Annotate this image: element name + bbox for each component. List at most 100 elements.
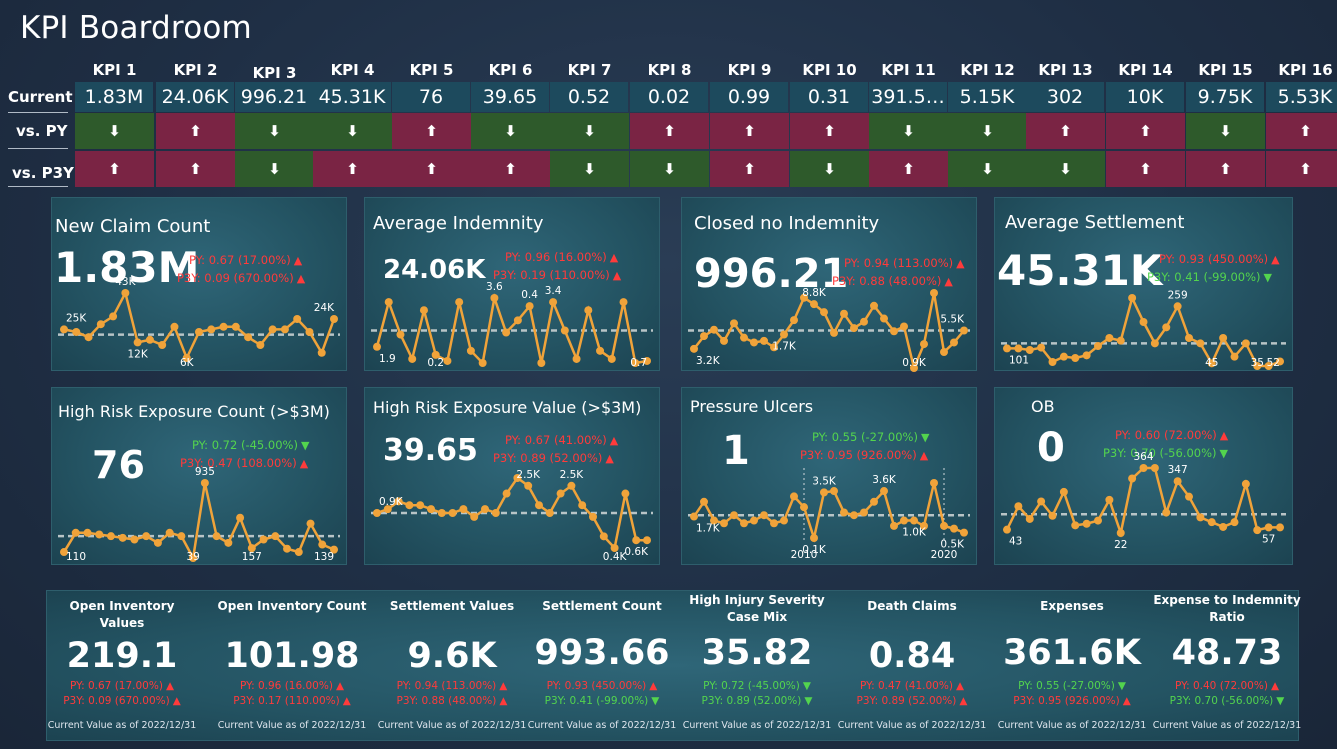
data-point[interactable] (459, 505, 468, 514)
data-point[interactable] (535, 501, 543, 510)
data-point[interactable] (165, 528, 174, 537)
data-point[interactable] (305, 328, 314, 336)
data-point[interactable] (790, 492, 798, 501)
data-point[interactable] (224, 538, 233, 547)
data-point[interactable] (96, 320, 105, 329)
data-point[interactable] (490, 294, 499, 302)
data-point[interactable] (83, 528, 92, 537)
kpi-card[interactable]: Average Settlement 45.31K PY: 0.93 (450.00… (994, 197, 1293, 371)
data-point[interactable] (212, 532, 221, 541)
data-point[interactable] (1139, 318, 1148, 326)
kpi-card[interactable]: New Claim Count 1.83M PY: 0.67 (17.00%) ▲ P3… (51, 197, 347, 371)
data-point[interactable] (760, 511, 768, 520)
data-point[interactable] (780, 330, 788, 339)
data-point[interactable] (1276, 523, 1284, 532)
data-point[interactable] (95, 530, 104, 539)
data-point[interactable] (513, 316, 522, 325)
data-point[interactable] (1253, 526, 1262, 535)
data-point[interactable] (690, 512, 698, 521)
data-point[interactable] (294, 548, 303, 557)
data-point[interactable] (920, 340, 928, 349)
data-point[interactable] (384, 298, 393, 307)
data-point[interactable] (466, 346, 475, 355)
data-point[interactable] (256, 341, 265, 349)
data-point[interactable] (584, 306, 593, 315)
data-point[interactable] (880, 314, 888, 323)
data-point[interactable] (1185, 492, 1193, 501)
data-point[interactable] (643, 536, 651, 545)
data-point[interactable] (525, 302, 534, 311)
data-point[interactable] (244, 333, 253, 342)
data-point[interactable] (427, 505, 435, 514)
data-point[interactable] (840, 508, 848, 517)
data-point[interactable] (810, 534, 818, 542)
data-point[interactable] (940, 521, 948, 530)
data-point[interactable] (560, 326, 569, 335)
data-point[interactable] (177, 532, 186, 541)
data-point[interactable] (142, 532, 151, 541)
data-point[interactable] (405, 501, 414, 510)
data-point[interactable] (830, 487, 838, 496)
data-point[interactable] (145, 335, 154, 344)
data-point[interactable] (306, 519, 315, 528)
data-point[interactable] (1116, 529, 1125, 537)
data-point[interactable] (578, 501, 587, 510)
data-point[interactable] (502, 328, 511, 337)
data-point[interactable] (318, 540, 327, 549)
data-point[interactable] (1071, 521, 1080, 530)
data-point[interactable] (589, 512, 597, 521)
kpi-card[interactable]: Pressure Ulcers 1 PY: 0.55 (-27.00%) ▼ P3Y: … (681, 387, 977, 565)
data-point[interactable] (950, 524, 958, 533)
data-point[interactable] (930, 289, 938, 297)
data-point[interactable] (470, 512, 479, 521)
data-point[interactable] (1264, 523, 1273, 532)
data-point[interactable] (259, 535, 268, 544)
data-point[interactable] (1196, 513, 1205, 522)
data-point[interactable] (770, 519, 778, 528)
data-point[interactable] (1003, 525, 1011, 534)
data-point[interactable] (1105, 334, 1114, 342)
data-point[interactable] (820, 488, 828, 497)
data-point[interactable] (170, 322, 179, 331)
data-point[interactable] (491, 509, 500, 517)
data-point[interactable] (730, 511, 738, 520)
data-point[interactable] (1207, 518, 1216, 527)
data-point[interactable] (1048, 511, 1057, 520)
data-point[interactable] (607, 354, 616, 363)
data-point[interactable] (572, 354, 581, 363)
data-point[interactable] (820, 308, 828, 317)
data-point[interactable] (158, 341, 167, 349)
data-point[interactable] (830, 328, 838, 337)
data-point[interactable] (619, 298, 628, 307)
data-point[interactable] (1128, 474, 1137, 483)
data-point[interactable] (1173, 477, 1182, 486)
data-point[interactable] (1219, 522, 1228, 531)
data-point[interactable] (195, 328, 203, 336)
data-point[interactable] (850, 511, 858, 520)
data-point[interactable] (860, 508, 868, 517)
data-point[interactable] (1230, 518, 1239, 527)
data-point[interactable] (750, 516, 758, 525)
data-point[interactable] (207, 325, 216, 334)
data-point[interactable] (1048, 358, 1057, 366)
data-point[interactable] (443, 356, 452, 365)
data-point[interactable] (231, 322, 240, 331)
kpi-card[interactable]: Closed no Indemnity 996.21 PY: 0.94 (113.0… (681, 197, 977, 372)
data-point[interactable] (632, 536, 641, 545)
data-point[interactable] (219, 322, 228, 331)
data-point[interactable] (481, 505, 489, 514)
data-point[interactable] (1014, 502, 1023, 511)
data-point[interactable] (549, 298, 558, 307)
data-point[interactable] (556, 489, 565, 498)
data-point[interactable] (373, 509, 381, 517)
data-point[interactable] (1037, 343, 1046, 352)
data-point[interactable] (271, 532, 280, 541)
data-point[interactable] (1094, 342, 1102, 350)
data-point[interactable] (1241, 479, 1250, 488)
data-point[interactable] (109, 312, 118, 321)
data-point[interactable] (720, 336, 728, 345)
data-point[interactable] (130, 535, 139, 544)
data-point[interactable] (710, 325, 718, 334)
data-point[interactable] (478, 359, 487, 367)
data-point[interactable] (599, 532, 608, 541)
